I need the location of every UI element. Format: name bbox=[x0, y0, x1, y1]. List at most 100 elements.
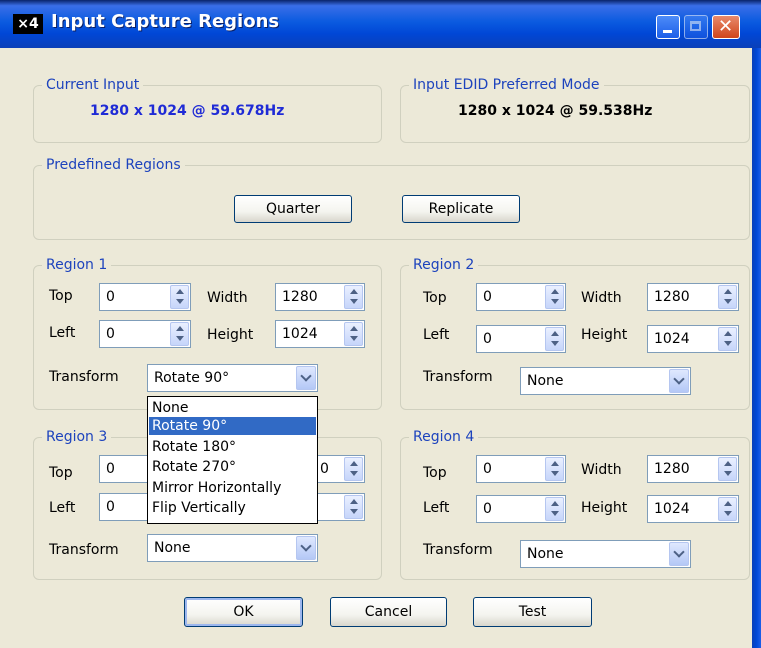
spin-arrows-icon[interactable] bbox=[545, 497, 564, 521]
spin-arrows-icon[interactable] bbox=[344, 322, 363, 346]
region-3-width-value: 0 bbox=[320, 461, 329, 477]
region-2-transform-label: Transform bbox=[423, 369, 493, 385]
chevron-down-icon[interactable] bbox=[296, 536, 316, 560]
region-1-height-spinner[interactable]: 1024 bbox=[275, 320, 365, 348]
test-button[interactable]: Test bbox=[473, 597, 592, 627]
predefined-regions-legend: Predefined Regions bbox=[42, 156, 185, 174]
region-1-legend: Region 1 bbox=[42, 256, 112, 274]
region-4-left-spinner[interactable]: 0 bbox=[476, 495, 566, 523]
edid-value: 1280 x 1024 @ 59.538Hz bbox=[458, 103, 653, 119]
region-3-left-label: Left bbox=[49, 500, 76, 516]
region-4-left-value: 0 bbox=[483, 501, 492, 517]
region-3-transform-value: None bbox=[154, 540, 191, 556]
predefined-regions-group: Predefined Regions Quarter Replicate bbox=[33, 156, 750, 240]
spin-arrows-icon[interactable] bbox=[718, 327, 737, 351]
replicate-button[interactable]: Replicate bbox=[402, 195, 520, 223]
spin-arrows-icon[interactable] bbox=[344, 495, 363, 519]
spin-arrows-icon[interactable] bbox=[545, 327, 564, 351]
region-3-top-value: 0 bbox=[106, 461, 115, 477]
region-1-transform-label: Transform bbox=[49, 369, 119, 385]
region-4-width-value: 1280 bbox=[654, 461, 690, 477]
region-2-width-spinner[interactable]: 1280 bbox=[647, 283, 739, 311]
region-2-transform-select[interactable]: None bbox=[520, 367, 691, 395]
spin-arrows-icon[interactable] bbox=[170, 285, 189, 309]
transform-option[interactable]: None bbox=[149, 399, 316, 417]
region-4-height-value: 1024 bbox=[654, 501, 690, 517]
region-2-top-value: 0 bbox=[483, 289, 492, 305]
edid-legend: Input EDID Preferred Mode bbox=[409, 76, 604, 94]
region-4-left-label: Left bbox=[423, 500, 450, 516]
transform-option[interactable]: Rotate 180° bbox=[149, 438, 316, 456]
region-1-left-spinner[interactable]: 0 bbox=[99, 320, 191, 348]
spin-arrows-icon[interactable] bbox=[344, 457, 363, 481]
region-1-top-label: Top bbox=[49, 288, 73, 304]
region-1-top-spinner[interactable]: 0 bbox=[99, 283, 191, 311]
region-4-height-spinner[interactable]: 1024 bbox=[647, 495, 739, 523]
region-2-height-spinner[interactable]: 1024 bbox=[647, 325, 739, 353]
region-4-transform-select[interactable]: None bbox=[520, 540, 691, 568]
input-capture-regions-window: ×4 Input Capture Regions ✕ Current Input… bbox=[0, 0, 761, 648]
region-2-top-spinner[interactable]: 0 bbox=[476, 283, 566, 311]
chevron-down-icon[interactable] bbox=[296, 366, 316, 390]
edid-preferred-mode-group: Input EDID Preferred Mode 1280 x 1024 @ … bbox=[400, 76, 750, 143]
spin-arrows-icon[interactable] bbox=[718, 497, 737, 521]
maximize-button[interactable] bbox=[684, 15, 708, 39]
region-1-left-value: 0 bbox=[106, 326, 115, 342]
spin-arrows-icon[interactable] bbox=[545, 285, 564, 309]
region-1-height-label: Height bbox=[207, 327, 254, 343]
region-1-left-label: Left bbox=[49, 325, 76, 341]
window-title: Input Capture Regions bbox=[51, 11, 280, 32]
region-4-transform-label: Transform bbox=[423, 542, 493, 558]
spin-arrows-icon[interactable] bbox=[344, 285, 363, 309]
region-3-transform-select[interactable]: None bbox=[147, 534, 318, 562]
region-1-width-value: 1280 bbox=[282, 289, 318, 305]
transform-option[interactable]: Flip Vertically bbox=[149, 499, 316, 517]
region-2-top-label: Top bbox=[423, 290, 447, 306]
app-icon: ×4 bbox=[13, 14, 43, 34]
region-2-height-value: 1024 bbox=[654, 331, 690, 347]
region-4-transform-value: None bbox=[527, 546, 564, 562]
transform-option[interactable]: Mirror Horizontally bbox=[149, 479, 316, 497]
current-input-value: 1280 x 1024 @ 59.678Hz bbox=[90, 103, 285, 119]
chevron-down-icon[interactable] bbox=[669, 542, 689, 566]
region-2-left-spinner[interactable]: 0 bbox=[476, 325, 566, 353]
region-4-legend: Region 4 bbox=[409, 428, 479, 446]
region-2-left-value: 0 bbox=[483, 331, 492, 347]
region-1-top-value: 0 bbox=[106, 289, 115, 305]
title-bar[interactable]: ×4 Input Capture Regions ✕ bbox=[0, 0, 761, 48]
region-3-legend: Region 3 bbox=[42, 428, 112, 446]
region-3-left-value: 0 bbox=[106, 499, 115, 515]
spin-arrows-icon[interactable] bbox=[718, 457, 737, 481]
region-2-transform-value: None bbox=[527, 373, 564, 389]
transform-dropdown-list[interactable]: None Rotate 90° Rotate 180° Rotate 270° … bbox=[147, 396, 318, 524]
ok-button[interactable]: OK bbox=[184, 597, 303, 627]
close-icon: ✕ bbox=[718, 16, 734, 37]
cancel-button[interactable]: Cancel bbox=[330, 597, 447, 627]
region-1-transform-select[interactable]: Rotate 90° bbox=[147, 364, 318, 392]
transform-option-selected[interactable]: Rotate 90° bbox=[149, 417, 316, 435]
region-1-width-label: Width bbox=[207, 290, 248, 306]
region-4-width-label: Width bbox=[581, 462, 622, 478]
current-input-group: Current Input 1280 x 1024 @ 59.678Hz bbox=[33, 76, 382, 143]
region-2-width-value: 1280 bbox=[654, 289, 690, 305]
close-button[interactable]: ✕ bbox=[712, 15, 740, 39]
region-1-height-value: 1024 bbox=[282, 326, 318, 342]
region-4-top-spinner[interactable]: 0 bbox=[476, 455, 566, 483]
region-4-width-spinner[interactable]: 1280 bbox=[647, 455, 739, 483]
chevron-down-icon[interactable] bbox=[669, 369, 689, 393]
region-4-top-label: Top bbox=[423, 465, 447, 481]
spin-arrows-icon[interactable] bbox=[545, 457, 564, 481]
spin-arrows-icon[interactable] bbox=[718, 285, 737, 309]
region-1-width-spinner[interactable]: 1280 bbox=[275, 283, 365, 311]
window-frame-right bbox=[752, 48, 761, 648]
region-2-legend: Region 2 bbox=[409, 256, 479, 274]
region-3-top-label: Top bbox=[49, 465, 73, 481]
quarter-button[interactable]: Quarter bbox=[234, 195, 352, 223]
transform-option[interactable]: Rotate 270° bbox=[149, 458, 316, 476]
minimize-button[interactable] bbox=[656, 15, 680, 39]
current-input-legend: Current Input bbox=[42, 76, 144, 94]
spin-arrows-icon[interactable] bbox=[170, 322, 189, 346]
region-2-height-label: Height bbox=[581, 327, 628, 343]
region-3-transform-label: Transform bbox=[49, 542, 119, 558]
region-2-width-label: Width bbox=[581, 290, 622, 306]
